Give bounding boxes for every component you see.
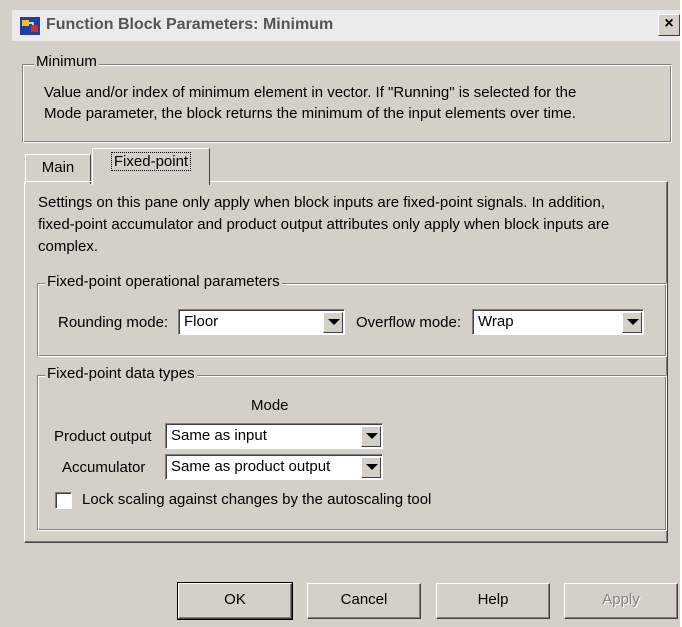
apply-button[interactable]: Apply bbox=[564, 583, 678, 619]
panel-note-line-1: Settings on this pane only apply when bl… bbox=[38, 194, 606, 211]
rounding-mode-label: Rounding mode: bbox=[58, 314, 169, 331]
lock-scaling-label: Lock scaling against changes by the auto… bbox=[82, 491, 432, 508]
close-icon: × bbox=[664, 15, 674, 32]
tab-fixed-point-label: Fixed-point bbox=[110, 152, 192, 171]
tab-main[interactable]: Main bbox=[25, 154, 91, 184]
rounding-mode-select[interactable]: Floor bbox=[178, 309, 345, 335]
cancel-button[interactable]: Cancel bbox=[307, 583, 421, 619]
help-button[interactable]: Help bbox=[436, 583, 550, 619]
chevron-down-icon[interactable] bbox=[323, 312, 343, 333]
ok-button[interactable]: OK bbox=[177, 582, 293, 620]
accumulator-value: Same as product output bbox=[171, 458, 331, 475]
product-output-select[interactable]: Same as input bbox=[165, 423, 383, 449]
tab-fixed-point[interactable]: Fixed-point bbox=[92, 148, 210, 185]
mode-column-header: Mode bbox=[251, 397, 289, 414]
simulink-block-icon bbox=[20, 17, 40, 35]
overflow-mode-select[interactable]: Wrap bbox=[472, 309, 644, 335]
operational-group-legend: Fixed-point operational parameters bbox=[45, 273, 282, 290]
title-bar[interactable]: Function Block Parameters: Minimum × bbox=[12, 10, 680, 41]
overflow-mode-value: Wrap bbox=[478, 313, 514, 330]
block-description-line-1: Value and/or index of minimum element in… bbox=[44, 84, 577, 101]
lock-scaling-checkbox[interactable] bbox=[55, 492, 72, 509]
data-types-group-legend: Fixed-point data types bbox=[45, 365, 197, 382]
block-group-legend: Minimum bbox=[34, 53, 99, 70]
product-output-label: Product output bbox=[54, 428, 152, 445]
chevron-down-icon[interactable] bbox=[361, 457, 381, 478]
chevron-down-icon[interactable] bbox=[361, 426, 381, 447]
accumulator-select[interactable]: Same as product output bbox=[165, 454, 383, 480]
panel-note-line-2: fixed-point accumulator and product outp… bbox=[38, 216, 610, 233]
rounding-mode-value: Floor bbox=[184, 313, 219, 330]
panel-note-line-3: complex. bbox=[38, 238, 99, 255]
chevron-down-icon[interactable] bbox=[622, 312, 642, 333]
accumulator-label: Accumulator bbox=[62, 459, 146, 476]
window-title: Function Block Parameters: Minimum bbox=[46, 16, 334, 33]
overflow-mode-label: Overflow mode: bbox=[356, 314, 462, 331]
close-button[interactable]: × bbox=[658, 14, 680, 36]
tab-main-label: Main bbox=[41, 159, 75, 176]
dialog-window: Function Block Parameters: Minimum × Min… bbox=[0, 0, 680, 627]
block-description-line-2: Mode parameter, the block returns the mi… bbox=[44, 105, 576, 122]
product-output-value: Same as input bbox=[171, 427, 267, 444]
